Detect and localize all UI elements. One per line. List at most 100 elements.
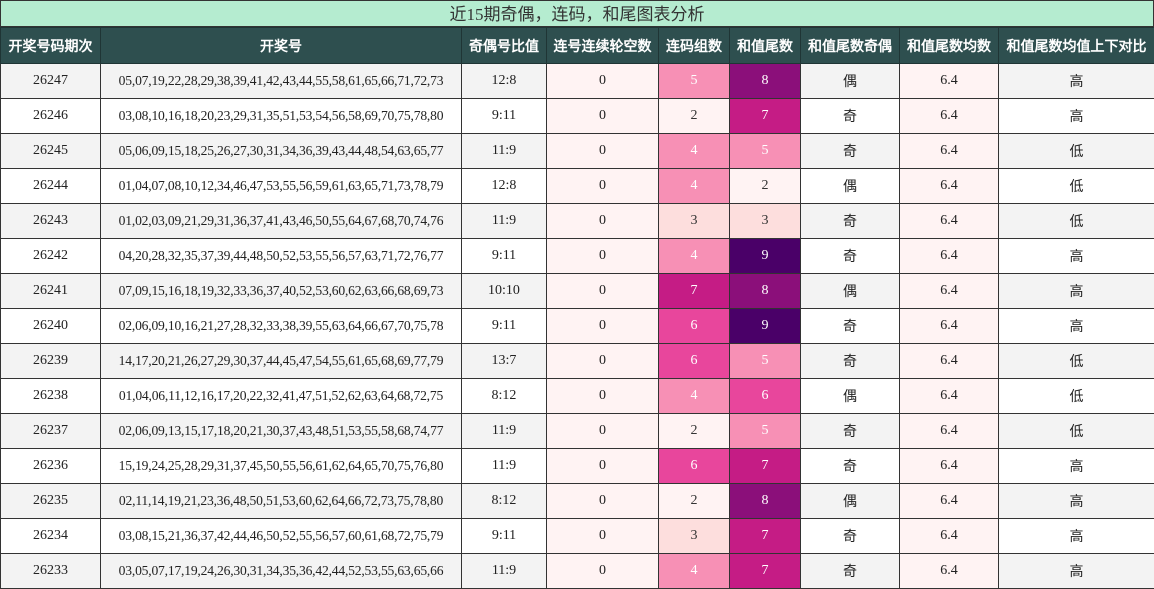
cell-sum-tail: 7 [730, 449, 801, 484]
cell-consecutive-gap: 0 [547, 99, 659, 134]
cell-odd-even-ratio: 10:10 [462, 274, 547, 309]
cell-issue: 26244 [1, 169, 101, 204]
cell-issue: 26245 [1, 134, 101, 169]
cell-numbers: 05,06,09,15,18,25,26,27,30,31,34,36,39,4… [101, 134, 462, 169]
table-row: 2623502,11,14,19,21,23,36,48,50,51,53,60… [1, 484, 1154, 519]
cell-sum-tail-average: 6.4 [900, 239, 999, 274]
cell-numbers: 03,08,15,21,36,37,42,44,46,50,52,55,56,5… [101, 519, 462, 554]
cell-sum-tail: 3 [730, 204, 801, 239]
cell-consecutive-gap: 0 [547, 519, 659, 554]
cell-issue: 26243 [1, 204, 101, 239]
cell-consecutive-gap: 0 [547, 239, 659, 274]
cell-sum-tail-compare: 高 [999, 274, 1154, 309]
cell-sum-tail-compare: 高 [999, 309, 1154, 344]
table-row: 2624603,08,10,16,18,20,23,29,31,35,51,53… [1, 99, 1154, 134]
cell-issue: 26246 [1, 99, 101, 134]
cell-sum-tail-average: 6.4 [900, 309, 999, 344]
table-row: 2623702,06,09,13,15,17,18,20,21,30,37,43… [1, 414, 1154, 449]
cell-numbers: 02,06,09,10,16,21,27,28,32,33,38,39,55,6… [101, 309, 462, 344]
header-consecutive-gap: 连号连续轮空数 [547, 28, 659, 64]
table-row: 2624107,09,15,16,18,19,32,33,36,37,40,52… [1, 274, 1154, 309]
cell-sum-tail-average: 6.4 [900, 484, 999, 519]
cell-numbers: 07,09,15,16,18,19,32,33,36,37,40,52,53,6… [101, 274, 462, 309]
cell-sum-tail-compare: 高 [999, 519, 1154, 554]
chart-page: 近15期奇偶，连码，和尾图表分析 开奖号码期次 开奖号 奇偶号比值 连号连续轮空… [0, 0, 1154, 589]
cell-consecutive-gap: 0 [547, 64, 659, 99]
table-row: 2623303,05,07,17,19,24,26,30,31,34,35,36… [1, 554, 1154, 589]
cell-sum-tail-parity: 奇 [801, 519, 900, 554]
cell-sum-tail-parity: 奇 [801, 239, 900, 274]
table-row: 2623615,19,24,25,28,29,31,37,45,50,55,56… [1, 449, 1154, 484]
cell-odd-even-ratio: 9:11 [462, 99, 547, 134]
cell-sum-tail-compare: 高 [999, 239, 1154, 274]
cell-consecutive-groups: 3 [659, 204, 730, 239]
cell-sum-tail: 2 [730, 169, 801, 204]
table-row: 2624301,02,03,09,21,29,31,36,37,41,43,46… [1, 204, 1154, 239]
cell-consecutive-gap: 0 [547, 274, 659, 309]
cell-numbers: 03,08,10,16,18,20,23,29,31,35,51,53,54,5… [101, 99, 462, 134]
cell-sum-tail-compare: 低 [999, 169, 1154, 204]
cell-sum-tail: 8 [730, 274, 801, 309]
cell-sum-tail: 7 [730, 519, 801, 554]
header-sum-tail: 和值尾数 [730, 28, 801, 64]
cell-sum-tail-average: 6.4 [900, 344, 999, 379]
cell-sum-tail-average: 6.4 [900, 274, 999, 309]
cell-numbers: 04,20,28,32,35,37,39,44,48,50,52,53,55,5… [101, 239, 462, 274]
table-row: 2623914,17,20,21,26,27,29,30,37,44,45,47… [1, 344, 1154, 379]
cell-sum-tail: 6 [730, 379, 801, 414]
cell-odd-even-ratio: 9:11 [462, 519, 547, 554]
cell-sum-tail-parity: 偶 [801, 274, 900, 309]
cell-odd-even-ratio: 12:8 [462, 64, 547, 99]
cell-odd-even-ratio: 13:7 [462, 344, 547, 379]
cell-odd-even-ratio: 9:11 [462, 239, 547, 274]
cell-odd-even-ratio: 11:9 [462, 414, 547, 449]
cell-sum-tail-average: 6.4 [900, 449, 999, 484]
cell-odd-even-ratio: 8:12 [462, 484, 547, 519]
header-sum-tail-compare: 和值尾数均值上下对比 [999, 28, 1154, 64]
cell-sum-tail: 5 [730, 414, 801, 449]
cell-issue: 26237 [1, 414, 101, 449]
cell-sum-tail-parity: 奇 [801, 344, 900, 379]
cell-consecutive-gap: 0 [547, 484, 659, 519]
cell-sum-tail-compare: 高 [999, 449, 1154, 484]
cell-odd-even-ratio: 12:8 [462, 169, 547, 204]
cell-sum-tail: 5 [730, 344, 801, 379]
cell-issue: 26247 [1, 64, 101, 99]
table-row: 2624204,20,28,32,35,37,39,44,48,50,52,53… [1, 239, 1154, 274]
cell-numbers: 15,19,24,25,28,29,31,37,45,50,55,56,61,6… [101, 449, 462, 484]
cell-sum-tail-parity: 偶 [801, 169, 900, 204]
cell-issue: 26240 [1, 309, 101, 344]
cell-sum-tail-parity: 偶 [801, 64, 900, 99]
cell-consecutive-gap: 0 [547, 449, 659, 484]
cell-consecutive-gap: 0 [547, 379, 659, 414]
cell-consecutive-gap: 0 [547, 309, 659, 344]
cell-issue: 26236 [1, 449, 101, 484]
cell-sum-tail-compare: 低 [999, 414, 1154, 449]
cell-consecutive-groups: 2 [659, 414, 730, 449]
cell-numbers: 03,05,07,17,19,24,26,30,31,34,35,36,42,4… [101, 554, 462, 589]
analysis-table: 开奖号码期次 开奖号 奇偶号比值 连号连续轮空数 连码组数 和值尾数 和值尾数奇… [0, 27, 1154, 589]
table-row: 2624002,06,09,10,16,21,27,28,32,33,38,39… [1, 309, 1154, 344]
table-row: 2624505,06,09,15,18,25,26,27,30,31,34,36… [1, 134, 1154, 169]
cell-sum-tail-parity: 奇 [801, 204, 900, 239]
cell-odd-even-ratio: 11:9 [462, 204, 547, 239]
cell-sum-tail-parity: 奇 [801, 134, 900, 169]
cell-consecutive-groups: 6 [659, 309, 730, 344]
cell-sum-tail-average: 6.4 [900, 379, 999, 414]
cell-sum-tail-average: 6.4 [900, 414, 999, 449]
cell-issue: 26242 [1, 239, 101, 274]
cell-consecutive-gap: 0 [547, 344, 659, 379]
table-row: 2624401,04,07,08,10,12,34,46,47,53,55,56… [1, 169, 1154, 204]
cell-odd-even-ratio: 11:9 [462, 134, 547, 169]
cell-consecutive-groups: 6 [659, 344, 730, 379]
cell-consecutive-groups: 4 [659, 379, 730, 414]
cell-issue: 26238 [1, 379, 101, 414]
header-issue: 开奖号码期次 [1, 28, 101, 64]
cell-consecutive-groups: 5 [659, 64, 730, 99]
cell-sum-tail-compare: 高 [999, 484, 1154, 519]
cell-sum-tail-parity: 奇 [801, 449, 900, 484]
cell-numbers: 02,06,09,13,15,17,18,20,21,30,37,43,48,5… [101, 414, 462, 449]
cell-sum-tail-parity: 奇 [801, 99, 900, 134]
page-title: 近15期奇偶，连码，和尾图表分析 [0, 0, 1154, 27]
cell-odd-even-ratio: 9:11 [462, 309, 547, 344]
